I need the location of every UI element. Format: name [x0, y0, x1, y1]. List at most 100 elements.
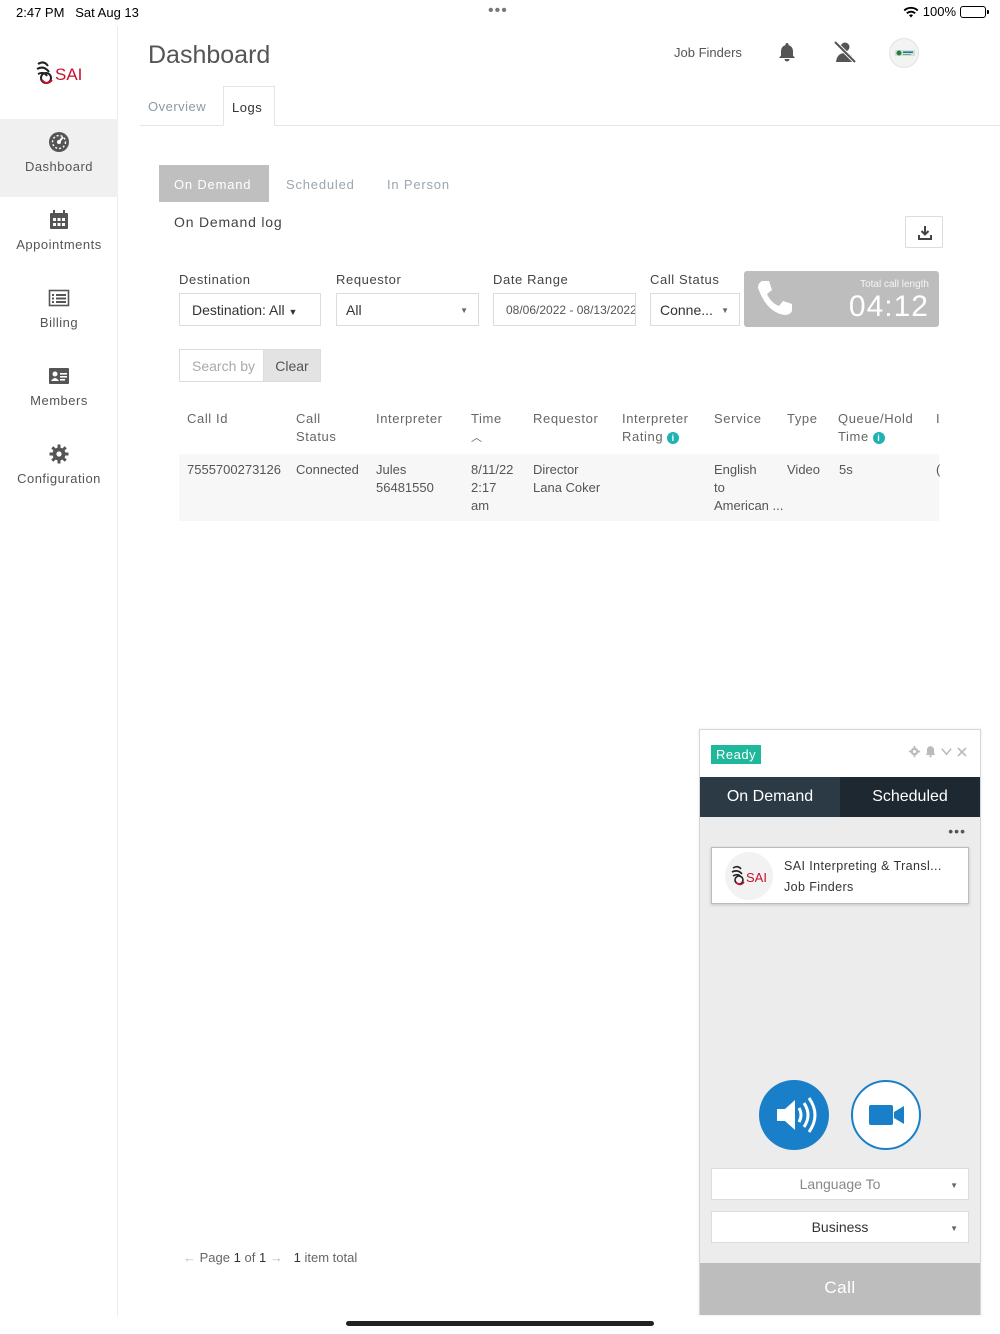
sidebar-item-billing[interactable]: Billing [0, 275, 118, 353]
status-indicators: 100% [903, 4, 989, 19]
subtab-scheduled[interactable]: Scheduled [271, 165, 370, 202]
column-interpreter-rating[interactable]: Interpreter Rating i [622, 410, 708, 446]
tab-overview[interactable]: Overview [140, 86, 214, 126]
column-requestor[interactable]: Requestor [533, 410, 598, 428]
prev-page-icon[interactable]: ← [183, 1250, 196, 1265]
cell-call-id: 7555700273126 [187, 462, 281, 477]
sai-logo[interactable]: SAI [34, 58, 86, 88]
column-call-status[interactable]: Call Status [296, 410, 356, 446]
audio-call-button[interactable] [759, 1080, 829, 1150]
video-call-button[interactable] [851, 1080, 921, 1150]
video-camera-icon [869, 1105, 904, 1125]
avatar[interactable] [889, 38, 919, 68]
caret-down-icon: ▼ [721, 306, 729, 315]
close-icon[interactable] [956, 746, 968, 758]
sidebar-item-members[interactable]: Members [0, 353, 118, 431]
sidebar-item-label: Configuration [17, 471, 101, 486]
call-status-label: Call Status [650, 272, 720, 287]
cell-truncated: ( [936, 462, 941, 477]
column-service[interactable]: Service [714, 410, 762, 428]
call-status-select[interactable]: Conne... ▼ [650, 293, 740, 326]
widget-header: Ready [700, 730, 980, 777]
category-select[interactable]: Business ▼ [711, 1211, 969, 1243]
cell-queue-hold-time: 5s [839, 462, 853, 477]
bell-icon[interactable] [776, 41, 798, 63]
calendar-icon [50, 210, 68, 229]
download-icon [918, 226, 932, 240]
date-range-input[interactable]: 08/06/2022 - 08/13/2022 [493, 293, 636, 326]
more-options-icon[interactable]: ••• [948, 823, 966, 839]
language-to-select[interactable]: Language To ▼ [711, 1168, 969, 1200]
column-time[interactable]: Time ︿ [471, 410, 502, 447]
agent-offline-icon[interactable] [832, 40, 858, 64]
svg-text:SAI: SAI [746, 870, 767, 885]
sidebar-item-dashboard[interactable]: Dashboard [0, 119, 118, 197]
cell-service: English to American ... [714, 462, 784, 513]
cell-type: Video [787, 462, 821, 477]
gear-icon [49, 444, 69, 464]
billing-icon [48, 289, 70, 307]
info-icon[interactable]: i [667, 431, 680, 444]
sidebar-item-label: Members [30, 393, 88, 408]
call-widget: Ready On Demand Scheduled ••• SAI SAI In… [699, 729, 981, 1315]
total-call-length-card: Total call length 04:12 [744, 271, 939, 327]
company-name[interactable]: Job Finders [674, 45, 764, 60]
next-page-icon[interactable]: → [270, 1250, 283, 1265]
status-bar: 2:47 PM Sat Aug 13 ••• 100% [0, 0, 1000, 26]
chevron-down-icon[interactable] [940, 745, 953, 758]
caret-down-icon: ▼ [460, 306, 468, 315]
column-truncated[interactable]: I [936, 410, 940, 428]
column-call-id[interactable]: Call Id [187, 410, 228, 428]
info-icon[interactable]: i [872, 431, 885, 444]
bell-icon[interactable] [924, 745, 937, 758]
sidebar-item-configuration[interactable]: Configuration [0, 431, 118, 509]
sidebar-item-appointments[interactable]: Appointments [0, 197, 118, 275]
download-button[interactable] [905, 216, 943, 248]
total-call-length-label: Total call length [860, 279, 929, 290]
multitasking-dots-icon[interactable]: ••• [488, 2, 508, 20]
svg-text:SAI: SAI [55, 65, 82, 84]
contact-card[interactable]: SAI SAI Interpreting & Transl... Job Fin… [711, 847, 969, 904]
column-interpreter[interactable]: Interpreter [376, 410, 443, 428]
widget-tab-on-demand[interactable]: On Demand [700, 777, 840, 817]
destination-select[interactable]: Destination: All ▼ [179, 293, 321, 326]
phone-icon [758, 281, 792, 315]
home-indicator[interactable] [346, 1321, 654, 1326]
search-input[interactable]: Search by [179, 349, 263, 382]
tab-logs[interactable]: Logs [223, 86, 275, 126]
contact-avatar: SAI [725, 852, 773, 900]
widget-tabs: On Demand Scheduled [700, 777, 980, 817]
cell-requestor: Director Lana Coker [533, 462, 601, 495]
main-tabs: Overview Logs [140, 86, 1000, 126]
requestor-select[interactable]: All ▼ [336, 293, 479, 326]
caret-down-icon: ▼ [950, 1181, 958, 1190]
log-title: On Demand log [174, 214, 283, 230]
caret-down-icon: ▼ [288, 307, 298, 317]
column-type[interactable]: Type [787, 410, 818, 428]
sidebar-item-label: Billing [39, 315, 79, 330]
page-title: Dashboard [148, 41, 271, 69]
gear-icon[interactable] [908, 745, 921, 758]
subtab-on-demand[interactable]: On Demand [159, 165, 269, 202]
wifi-icon [903, 6, 919, 17]
subtab-in-person[interactable]: In Person [372, 165, 465, 202]
widget-tab-scheduled[interactable]: Scheduled [840, 777, 980, 817]
caret-down-icon: ▼ [950, 1224, 958, 1233]
sort-ascending-icon: ︿ [471, 432, 483, 444]
clear-button[interactable]: Clear [263, 349, 321, 382]
total-call-length-value: 04:12 [848, 290, 929, 323]
date-range-label: Date Range [493, 272, 569, 287]
status-badge[interactable]: Ready [711, 745, 762, 764]
column-queue-hold-time[interactable]: Queue/Hold Time i [838, 410, 930, 446]
speaker-icon [777, 1097, 817, 1133]
id-card-icon [49, 368, 69, 384]
contact-name: SAI Interpreting & Transl... [784, 859, 942, 873]
call-button[interactable]: Call [700, 1263, 980, 1315]
pagination: ← Page 1 of 1 → 1 item total [183, 1250, 358, 1265]
sidebar-item-label: Dashboard [24, 159, 94, 174]
destination-label: Destination [179, 272, 251, 287]
battery-percent: 100% [922, 4, 956, 19]
dashboard-icon [49, 132, 69, 152]
cell-interpreter: Jules 56481550 [376, 462, 434, 495]
sidebar: SAI Dashboard Appointments Billing Membe… [0, 26, 118, 1316]
